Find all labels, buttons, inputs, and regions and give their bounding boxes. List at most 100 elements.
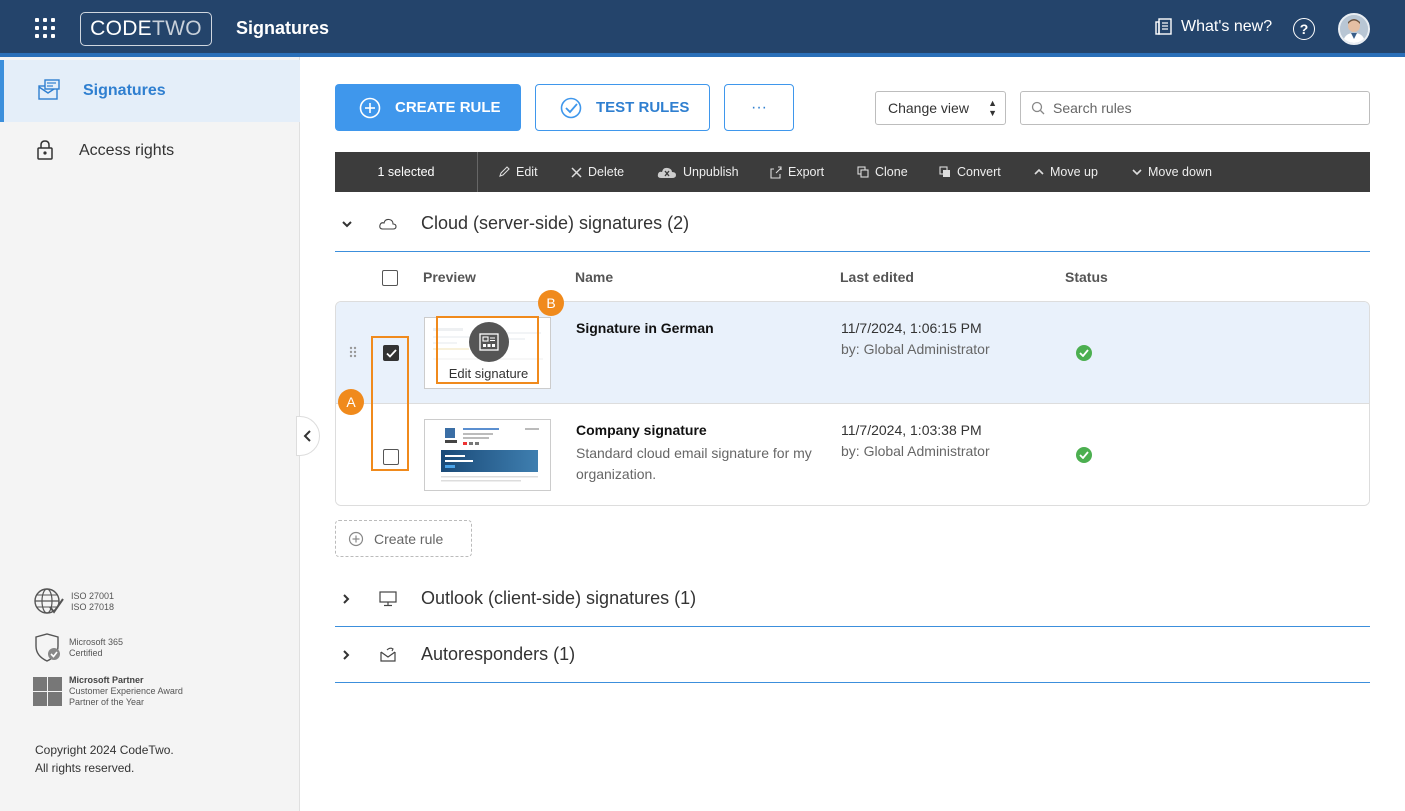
action-label: Clone xyxy=(875,165,908,179)
test-rules-button[interactable]: TEST RULES xyxy=(535,84,710,131)
chevron-right-icon xyxy=(343,593,350,604)
microsoft-logo-icon xyxy=(33,676,62,706)
row-date: 11/7/2024, 1:03:38 PM xyxy=(841,422,982,438)
search-input[interactable] xyxy=(1053,100,1353,116)
annotation-box-a xyxy=(371,336,409,471)
column-status[interactable]: Status xyxy=(1065,269,1108,285)
cloud-section-header[interactable]: Cloud (server-side) signatures (2) xyxy=(335,196,1370,252)
row-name: Company signature xyxy=(576,422,707,438)
cloud-x-icon xyxy=(657,167,676,178)
chevron-right-icon xyxy=(343,649,350,660)
change-view-select[interactable]: Change view ▲ ▼ xyxy=(875,91,1006,125)
logo-two-text: TWO xyxy=(151,17,202,40)
sidebar-item-label: Access rights xyxy=(79,142,175,159)
signatures-icon xyxy=(38,79,60,100)
action-label: Delete xyxy=(588,165,625,179)
row-description: Standard cloud email signature for my or… xyxy=(576,445,812,482)
action-label: Export xyxy=(788,165,825,179)
badge-line: ISO 27018 xyxy=(71,602,115,612)
sidebar-item-access-rights[interactable]: Access rights xyxy=(0,120,300,182)
export-icon xyxy=(770,165,782,179)
delete-action[interactable]: Delete xyxy=(571,152,624,192)
whats-new-label: What's new? xyxy=(1181,18,1273,35)
action-label: Unpublish xyxy=(683,165,739,179)
create-rule-label: CREATE RULE xyxy=(395,99,501,116)
action-label: Edit xyxy=(516,165,538,179)
sidebar: Signatures Access rights ISO 27001 ISO 27… xyxy=(0,57,300,811)
sidebar-item-signatures[interactable]: Signatures xyxy=(0,60,300,122)
action-label: Move down xyxy=(1148,165,1212,179)
check-icon xyxy=(1079,349,1089,357)
unpublish-action[interactable]: Unpublish xyxy=(657,152,739,192)
more-options-button[interactable]: ··· xyxy=(724,84,794,131)
badge-line: Partner of the Year xyxy=(69,697,145,707)
export-action[interactable]: Export xyxy=(770,152,824,192)
monitor-icon xyxy=(379,590,397,606)
selected-count: 1 selected xyxy=(335,152,478,192)
clone-action[interactable]: Clone xyxy=(857,152,908,192)
move-down-action[interactable]: Move down xyxy=(1132,152,1212,192)
app-title: Signatures xyxy=(236,18,330,38)
whats-new-button[interactable]: What's new? xyxy=(1155,18,1272,36)
plus-circle-icon xyxy=(348,531,364,546)
autoresponders-section-title: Autoresponders (1) xyxy=(421,644,576,664)
move-up-action[interactable]: Move up xyxy=(1034,152,1098,192)
signature-preview-thumbnail[interactable] xyxy=(424,419,551,491)
badge-line: Certified xyxy=(69,648,103,658)
search-box[interactable] xyxy=(1020,91,1370,125)
cloud-section-title: Cloud (server-side) signatures (2) xyxy=(421,213,690,233)
copyright-line: Copyright 2024 CodeTwo. xyxy=(35,743,174,757)
clone-icon xyxy=(857,166,869,178)
iso-badge: ISO 27001 ISO 27018 xyxy=(33,587,114,617)
column-name[interactable]: Name xyxy=(575,269,613,285)
outlook-section-header[interactable]: Outlook (client-side) signatures (1) xyxy=(335,571,1370,627)
chevron-up-icon xyxy=(1034,168,1044,175)
check-circle-icon xyxy=(560,97,582,118)
badge-line: Microsoft Partner xyxy=(69,675,144,685)
avatar[interactable] xyxy=(1338,13,1370,45)
edit-action[interactable]: Edit xyxy=(498,152,538,192)
chevron-down-icon xyxy=(1132,169,1142,176)
shield-check-icon xyxy=(35,633,60,662)
help-icon[interactable]: ? xyxy=(1293,18,1315,40)
news-icon xyxy=(1155,18,1172,35)
close-icon xyxy=(571,166,582,178)
action-label: Move up xyxy=(1050,165,1098,179)
sort-arrows-icon: ▲ ▼ xyxy=(988,98,997,118)
drag-handle-icon[interactable] xyxy=(349,346,359,360)
action-bar: 1 selected Edit Delete Unpublish Export … xyxy=(335,152,1370,192)
search-icon xyxy=(1031,101,1045,115)
sidebar-item-label: Signatures xyxy=(83,82,166,99)
chevron-down-icon xyxy=(342,220,352,227)
cloud-icon xyxy=(379,218,397,230)
create-rule-inline-button[interactable]: Create rule xyxy=(335,520,472,557)
table-row[interactable]: Company signature Standard cloud email s… xyxy=(336,404,1369,505)
top-bar: CODE TWO Signatures What's new? ? xyxy=(0,0,1405,57)
autoresponders-section-header[interactable]: Autoresponders (1) xyxy=(335,627,1370,683)
partner-badge: Microsoft Partner Customer Experience Awa… xyxy=(33,675,183,708)
m365-badge: Microsoft 365 Certified xyxy=(33,633,123,663)
logo-code-text: CODE xyxy=(90,17,152,40)
create-rule-inline-label: Create rule xyxy=(374,530,444,547)
select-all-checkbox[interactable] xyxy=(382,270,398,286)
codetwo-logo[interactable]: CODE TWO xyxy=(80,12,212,46)
create-rule-button[interactable]: CREATE RULE xyxy=(335,84,521,131)
check-icon xyxy=(1079,451,1089,459)
annotation-box-b xyxy=(436,316,539,384)
annotation-marker-b: B xyxy=(538,290,564,316)
collapse-sidebar-button[interactable] xyxy=(296,416,320,456)
plus-circle-icon xyxy=(359,97,381,118)
signature-preview-image xyxy=(441,428,539,482)
column-preview[interactable]: Preview xyxy=(423,269,476,285)
convert-action[interactable]: Convert xyxy=(939,152,1001,192)
badge-line: ISO 27001 xyxy=(71,591,115,601)
badge-line: Microsoft 365 xyxy=(69,637,124,647)
row-author: by: Global Administrator xyxy=(841,443,990,459)
row-date: 11/7/2024, 1:06:15 PM xyxy=(841,320,982,336)
app-launcher-icon[interactable] xyxy=(35,18,55,38)
status-published-icon xyxy=(1076,447,1092,463)
row-author: by: Global Administrator xyxy=(841,341,990,357)
mail-reply-icon xyxy=(380,647,396,662)
column-last-edited[interactable]: Last edited xyxy=(840,269,914,285)
test-rules-label: TEST RULES xyxy=(596,99,690,116)
